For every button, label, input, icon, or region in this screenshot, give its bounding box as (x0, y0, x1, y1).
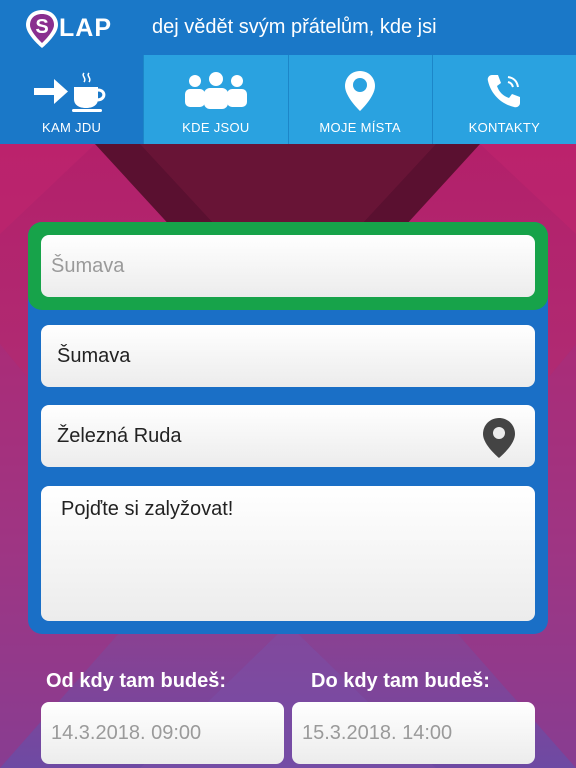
tab-label: MOJE MÍSTA (319, 120, 401, 135)
to-date-input[interactable]: 15.3.2018. 14:00 (292, 702, 535, 764)
app-tagline: dej vědět svým přátelům, kde jsi (152, 16, 437, 38)
tab-kontakty[interactable]: KONTAKTY (432, 55, 576, 144)
location-value: Železná Ruda (57, 424, 182, 447)
place-name-field[interactable]: Šumava (41, 325, 535, 387)
from-date-value: 14.3.2018. 09:00 (51, 721, 202, 744)
tab-label: KONTAKTY (468, 120, 541, 135)
tab-label: KDE JSOU (182, 120, 250, 135)
phone-icon (488, 75, 521, 108)
location-pin-icon (345, 71, 376, 111)
from-date-label: Od kdy tam budeš: (46, 670, 227, 692)
to-date-label: Do kdy tam budeš: (311, 670, 490, 692)
search-placeholder: Šumava (51, 254, 125, 277)
map-pin-icon[interactable] (481, 417, 517, 459)
place-search-input[interactable]: Šumava (41, 235, 535, 297)
arrow-coffee-icon (33, 72, 105, 112)
people-icon (184, 72, 247, 109)
tab-label: KAM JDU (42, 120, 102, 135)
svg-text:S: S (35, 16, 48, 38)
tab-moje-mista[interactable]: MOJE MÍSTA (288, 55, 433, 144)
to-date-value: 15.3.2018. 14:00 (302, 721, 453, 744)
app-header: S LAP dej vědět svým přátelům, kde jsi (0, 0, 576, 55)
note-value: Pojďte si zalyžovat! (61, 498, 234, 520)
tab-kam-jdu[interactable]: KAM JDU (0, 55, 145, 144)
main-tabs: KAM JDU KDE JSOU MOJE MÍSTA KONTAKTY (0, 55, 576, 144)
logo-text: LAP (59, 14, 112, 42)
from-date-input[interactable]: 14.3.2018. 09:00 (41, 702, 284, 764)
location-field[interactable]: Železná Ruda (41, 405, 535, 467)
place-name-value: Šumava (57, 344, 131, 367)
tab-kde-jsou[interactable]: KDE JSOU (144, 55, 289, 144)
note-textarea[interactable]: Pojďte si zalyžovat! (41, 486, 535, 621)
